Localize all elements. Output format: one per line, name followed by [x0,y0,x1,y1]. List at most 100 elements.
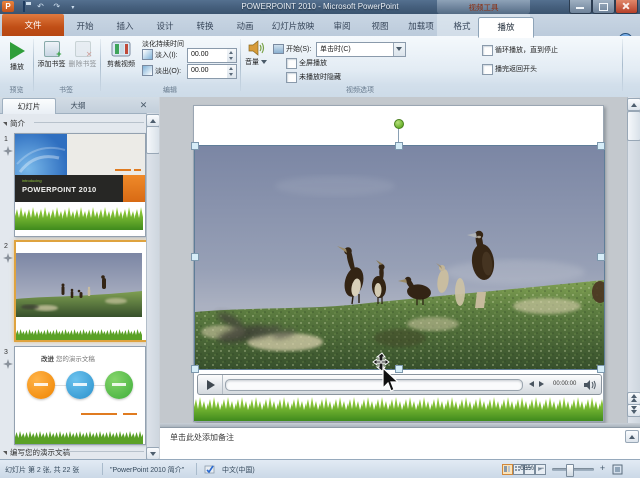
group-label-bookmarks: 书签 [33,85,99,95]
player-volume-icon[interactable] [584,380,597,390]
zoom-slider[interactable] [552,468,594,471]
zoom-in-button[interactable]: + [597,463,608,474]
main-scroll-up-button[interactable] [627,98,640,111]
normal-view-button[interactable] [502,464,513,475]
minimize-button[interactable] [569,0,592,14]
minimize-icon [570,0,591,13]
section-header-intro[interactable]: 简介 [3,118,25,129]
slide-1-transition-icon [3,146,13,156]
fade-out-icon [142,65,153,76]
group-separator [33,39,34,91]
resize-handle-bottom-right[interactable] [597,365,605,373]
spellcheck-icon[interactable] [204,463,216,475]
fade-in-label: 淡入(I): [155,50,178,60]
volume-label: 音量 [245,59,259,66]
panel-tab-strip: 幻灯片 大纲 ✕ [0,97,159,114]
main-scrollbar-thumb[interactable] [627,111,640,141]
slide-2-grass [16,329,142,340]
slide-1-panel [67,134,145,175]
status-separator [102,463,103,475]
remove-bookmark-button: ✕ 删除书签 [67,39,98,69]
maximize-icon [593,0,614,13]
maximize-button[interactable] [592,0,615,14]
panel-scrollbar[interactable] [146,113,160,459]
video-object[interactable] [194,145,605,370]
resize-handle-left[interactable] [191,253,199,261]
slide-3-grass [15,431,143,444]
fade-in-input[interactable]: 00.00 [187,48,232,63]
group-label-edit: 编辑 [100,85,240,95]
tab-outline[interactable]: 大纲 [56,98,100,113]
next-slide-button[interactable] [627,404,640,417]
video-player-bar: 00:00:00 [197,374,602,395]
fade-out-input[interactable]: 00.00 [187,64,232,79]
loop-checkbox[interactable] [482,45,493,56]
trim-video-button[interactable]: 剪裁视频 [104,39,138,69]
group-label-preview: 预览 [0,85,33,95]
zoom-out-button[interactable]: − [536,463,547,474]
hide-when-not-playing-checkbox[interactable] [286,72,297,83]
zoom-percent[interactable]: 68% [520,465,534,472]
slide-1-thumbnail[interactable]: introducing POWERPOINT 2010 [14,133,146,237]
resize-handle-top[interactable] [395,142,403,150]
slide-3-circle-orange [27,371,55,399]
notes-pane[interactable]: 单击此处添加备注 [160,427,640,460]
status-bar: 幻灯片 第 2 张, 共 22 张 "PowerPoint 2010 简介" 中… [0,459,640,478]
section-divider [58,451,144,452]
main-scrollbar[interactable] [627,97,640,423]
tab-file[interactable]: 文件 [2,14,64,36]
play-button[interactable]: 播放 [4,39,30,72]
slide-1-grass [15,206,143,230]
slide-3-circle-blue [66,371,94,399]
slide-3-thumbnail[interactable]: 改进 您的演示文稿 [14,346,146,445]
resize-handle-bottom-left[interactable] [191,365,199,373]
section-header-write[interactable]: 编写您的演示文稿 [3,447,70,458]
player-seek-back-button[interactable] [529,381,534,387]
slide-2-thumbnail-selected[interactable] [14,240,148,342]
player-seek-forward-button[interactable] [539,381,544,387]
tab-addins[interactable]: 加载项 [396,17,446,36]
resize-handle-right[interactable] [597,253,605,261]
start-dropdown-button[interactable] [393,43,405,56]
group-label-video-options: 视频选项 [280,85,440,95]
section-collapse-icon [3,122,7,126]
fade-out-label: 淡出(O): [155,66,181,76]
loop-label: 循环播放，直到停止 [495,45,558,55]
window-title: POWERPOINT 2010 - Microsoft PowerPoint [0,2,640,11]
ribbon: 播放 预览 + 添加书签 ✕ 删除书签 书签 剪裁视频 淡化持续时间 淡入(I)… [0,36,640,98]
notes-placeholder: 单击此处添加备注 [170,432,234,443]
panel-close-icon[interactable]: ✕ [138,100,149,111]
rotation-handle[interactable] [394,119,404,129]
resize-handle-top-left[interactable] [191,142,199,150]
remove-bookmark-label: 删除书签 [69,61,97,68]
hide-when-not-playing-label: 未播放时隐藏 [299,72,341,82]
panel-scrollbar-thumb[interactable] [146,126,160,154]
fullscreen-checkbox[interactable] [286,58,297,69]
slide-1-image [15,134,67,175]
status-doc-name: "PowerPoint 2010 简介" [110,465,184,475]
play-button-label: 播放 [10,64,24,71]
titlebar: P ↶ ↷ ▾ POWERPOINT 2010 - Microsoft Powe… [0,0,640,14]
zoom-slider-thumb[interactable] [566,464,574,477]
volume-button[interactable]: 音量 [243,39,269,67]
rewind-checkbox[interactable] [482,64,493,75]
player-play-button[interactable] [198,375,223,394]
fade-in-spinner[interactable] [227,48,237,63]
tab-slideshow[interactable]: 幻灯片放映 [260,17,326,36]
slide-canvas[interactable]: 00:00:00 [193,105,604,422]
fade-duration-label: 淡化持续时间 [142,39,184,49]
player-play-icon [207,380,215,390]
fade-out-spinner[interactable] [227,64,237,79]
group-separator [100,39,101,91]
start-dropdown[interactable]: 单击时(C) [316,42,406,57]
close-button[interactable] [615,0,638,14]
tab-slides-thumbnails[interactable]: 幻灯片 [2,98,56,114]
resize-handle-top-right[interactable] [597,142,605,150]
fullscreen-label: 全屏播放 [299,58,327,68]
add-bookmark-button[interactable]: + 添加书签 [36,39,67,69]
notes-scroll-up-button[interactable] [625,430,639,443]
status-language[interactable]: 中文(中国) [222,465,255,475]
fit-to-window-icon[interactable] [612,464,623,475]
tab-playback-active[interactable]: 播放 [478,17,534,38]
fade-in-icon [142,49,153,60]
